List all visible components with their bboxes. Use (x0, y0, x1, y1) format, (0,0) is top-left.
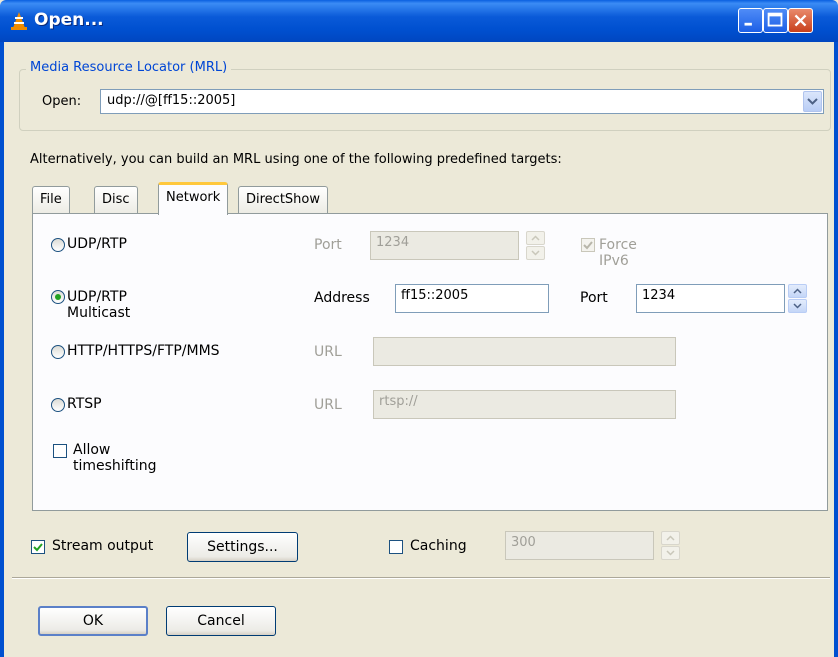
chevron-up-icon (531, 235, 540, 241)
spin-down-button[interactable] (661, 546, 680, 560)
separator (12, 577, 830, 579)
chevron-up-icon (666, 535, 675, 541)
caching-checkbox[interactable] (389, 540, 403, 554)
mrl-open-value[interactable]: udp://@[ff15::2005] (107, 93, 235, 108)
udp-port-field[interactable]: 1234 (370, 231, 519, 260)
stream-output-label: Stream output (52, 538, 154, 554)
caching-field[interactable]: 300 (505, 531, 654, 560)
multicast-address-label: Address (314, 290, 370, 306)
open-label: Open: (42, 94, 82, 109)
multicast-port-label: Port (580, 290, 608, 306)
tab-disc[interactable]: Disc (94, 186, 138, 214)
udp-rtp-multicast-label: UDP/RTP Multicast (67, 289, 131, 321)
settings-button[interactable]: Settings... (187, 532, 298, 562)
checkmark-icon (583, 241, 593, 250)
chevron-down-icon (531, 250, 540, 256)
rtsp-radio[interactable] (51, 398, 65, 412)
rtsp-url-label: URL (314, 397, 342, 413)
minimize-icon (744, 22, 752, 26)
spin-up-button[interactable] (526, 231, 545, 245)
open-dialog: Open... Media Resource Locator (MRL) Ope… (0, 0, 838, 657)
window-frame-right (834, 42, 838, 657)
caching-stepper[interactable] (661, 531, 680, 560)
tab-directshow[interactable]: DirectShow (238, 186, 329, 214)
http-label: HTTP/HTTPS/FTP/MMS (67, 343, 220, 359)
tab-network[interactable]: Network (158, 182, 229, 215)
spin-up-button[interactable] (788, 284, 807, 298)
http-url-label: URL (314, 344, 342, 360)
window-title: Open... (34, 10, 104, 30)
chevron-down-icon (666, 550, 675, 556)
allow-timeshifting-label: Allow timeshifting (73, 442, 157, 474)
cancel-button[interactable]: Cancel (166, 606, 276, 636)
maximize-icon (767, 12, 783, 27)
udp-rtp-radio[interactable] (51, 238, 65, 252)
spin-down-button[interactable] (788, 299, 807, 313)
vlc-cone-icon (11, 12, 27, 30)
rtsp-label: RTSP (67, 396, 102, 412)
multicast-port-stepper[interactable] (788, 284, 807, 313)
maximize-button[interactable] (763, 8, 788, 33)
udp-rtp-multicast-radio[interactable] (51, 290, 65, 304)
force-ipv6-checkbox[interactable] (581, 238, 595, 252)
multicast-port-field[interactable]: 1234 (636, 284, 785, 313)
combo-dropdown-button[interactable] (803, 91, 822, 112)
title-bar[interactable]: Open... (0, 0, 838, 42)
close-icon (794, 14, 807, 27)
chevron-down-icon (793, 303, 802, 309)
ok-button[interactable]: OK (38, 606, 148, 636)
mrl-group-label: Media Resource Locator (MRL) (26, 60, 232, 75)
checkmark-icon (33, 543, 43, 552)
minimize-button[interactable] (738, 8, 763, 33)
udp-port-label: Port (314, 237, 342, 253)
caching-label: Caching (410, 538, 467, 554)
udp-rtp-label: UDP/RTP (67, 236, 127, 252)
udp-port-stepper[interactable] (526, 231, 545, 260)
tab-file[interactable]: File (32, 186, 70, 214)
force-ipv6-label: Force IPv6 (599, 237, 637, 269)
http-url-field[interactable] (373, 337, 676, 366)
chevron-up-icon (793, 288, 802, 294)
chevron-down-icon (807, 98, 818, 105)
alternative-hint: Alternatively, you can build an MRL usin… (30, 152, 562, 167)
mrl-open-combo[interactable]: udp://@[ff15::2005] (100, 89, 824, 114)
stream-output-checkbox[interactable] (31, 540, 45, 554)
multicast-address-field[interactable]: ff15::2005 (395, 284, 549, 313)
spin-up-button[interactable] (661, 531, 680, 545)
spin-down-button[interactable] (526, 246, 545, 260)
http-radio[interactable] (51, 345, 65, 359)
window-frame-left (0, 42, 4, 657)
allow-timeshifting-checkbox[interactable] (53, 444, 67, 458)
close-button[interactable] (788, 8, 813, 33)
rtsp-url-field[interactable]: rtsp:// (373, 390, 676, 419)
